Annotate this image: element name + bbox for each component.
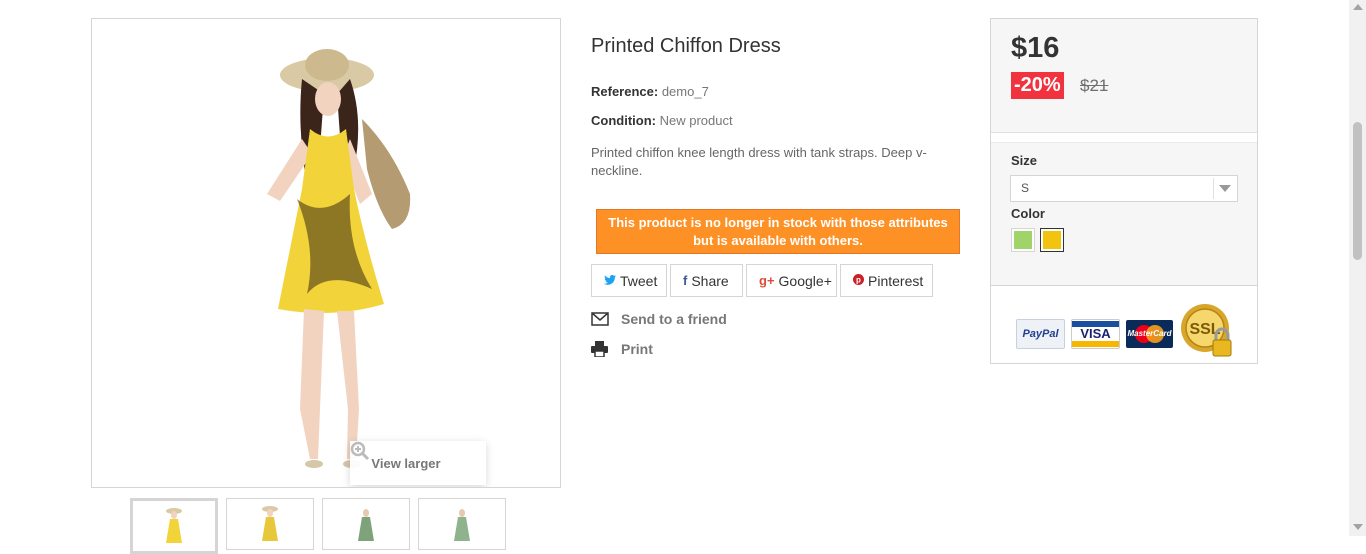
send-to-friend-label: Send to a friend: [621, 311, 727, 327]
product-image-container[interactable]: View larger: [91, 18, 561, 488]
google-plus-label: Google+: [778, 272, 832, 289]
pinterest-button[interactable]: p Pinterest: [840, 264, 933, 297]
product-reference: Reference: demo_7: [591, 84, 709, 99]
google-plus-button[interactable]: g+ Google+: [746, 264, 837, 297]
paypal-logo: PayPal: [1016, 318, 1065, 349]
thumbnail-image: [262, 506, 278, 541]
share-label: Share: [691, 272, 729, 289]
payment-logos: PayPal VISA MasterCard SSL: [1016, 302, 1237, 365]
price-area: $16 -20% $21: [991, 19, 1257, 133]
product-title: Printed Chiffon Dress: [591, 35, 781, 57]
chevron-down-icon[interactable]: [1213, 178, 1235, 199]
twitter-icon: [604, 273, 616, 288]
pinterest-icon: p: [853, 273, 864, 288]
share-button[interactable]: f Share: [670, 264, 743, 297]
color-swatch-yellow[interactable]: [1040, 228, 1064, 252]
tweet-button[interactable]: Tweet: [591, 264, 667, 297]
color-label: Color: [1011, 206, 1045, 221]
thumbnail-3[interactable]: [322, 498, 410, 550]
product-image[interactable]: [92, 19, 560, 487]
thumbnail-image: [454, 509, 470, 541]
thumbnail-image: [358, 509, 374, 541]
product-condition: Condition: New product: [591, 113, 733, 128]
ssl-lock-icon: SSL: [1179, 302, 1237, 365]
mastercard-logo: MasterCard: [1126, 319, 1173, 348]
zoom-icon: [350, 441, 465, 473]
size-selected-value: S: [1021, 181, 1030, 195]
facebook-icon: f: [683, 273, 688, 288]
thumbnail-4[interactable]: [418, 498, 506, 550]
product-description: Printed chiffon knee length dress with t…: [591, 145, 927, 178]
thumbnail-2[interactable]: [226, 498, 314, 550]
size-label: Size: [1011, 153, 1038, 168]
page-scrollbar[interactable]: [1349, 0, 1366, 536]
scroll-down-arrow-icon[interactable]: [1353, 524, 1363, 530]
size-select[interactable]: S: [1010, 175, 1238, 202]
thumbnail-1[interactable]: [130, 498, 218, 554]
send-to-friend-link[interactable]: Send to a friend: [591, 311, 727, 327]
view-larger-label: View larger: [371, 455, 441, 471]
thumbnail-image: [166, 508, 182, 543]
buy-box: $16 -20% $21 Size S Color PayPal VISA Ma…: [990, 18, 1258, 364]
pinterest-label: Pinterest: [868, 272, 924, 289]
view-larger-button[interactable]: View larger: [350, 441, 486, 485]
printer-icon: [591, 341, 611, 357]
svg-text:p: p: [856, 276, 861, 285]
reduction-badge: -20%: [1011, 72, 1064, 99]
old-price: $21: [1080, 76, 1109, 95]
condition-value: New product: [659, 113, 733, 128]
google-plus-icon: g+: [759, 273, 775, 288]
current-price: $16: [1011, 32, 1060, 64]
reference-label: Reference:: [591, 84, 659, 99]
color-swatch-green[interactable]: [1011, 228, 1035, 252]
scrollbar-thumb[interactable]: [1353, 122, 1362, 260]
tweet-label: Tweet: [620, 272, 658, 289]
print-label: Print: [621, 341, 653, 357]
thumbnail-strip: [130, 498, 506, 554]
print-link[interactable]: Print: [591, 341, 653, 357]
condition-label: Condition:: [591, 113, 656, 128]
visa-logo: VISA: [1071, 318, 1120, 349]
envelope-icon: [591, 312, 611, 326]
scroll-up-arrow-icon[interactable]: [1353, 4, 1363, 10]
stock-warning: This product is no longer in stock with …: [596, 209, 960, 254]
attributes-area: Size S Color: [991, 142, 1257, 286]
reference-value: demo_7: [661, 84, 709, 99]
social-share-bar: Tweet f Share g+ Google+ p Pinterest: [591, 264, 933, 297]
